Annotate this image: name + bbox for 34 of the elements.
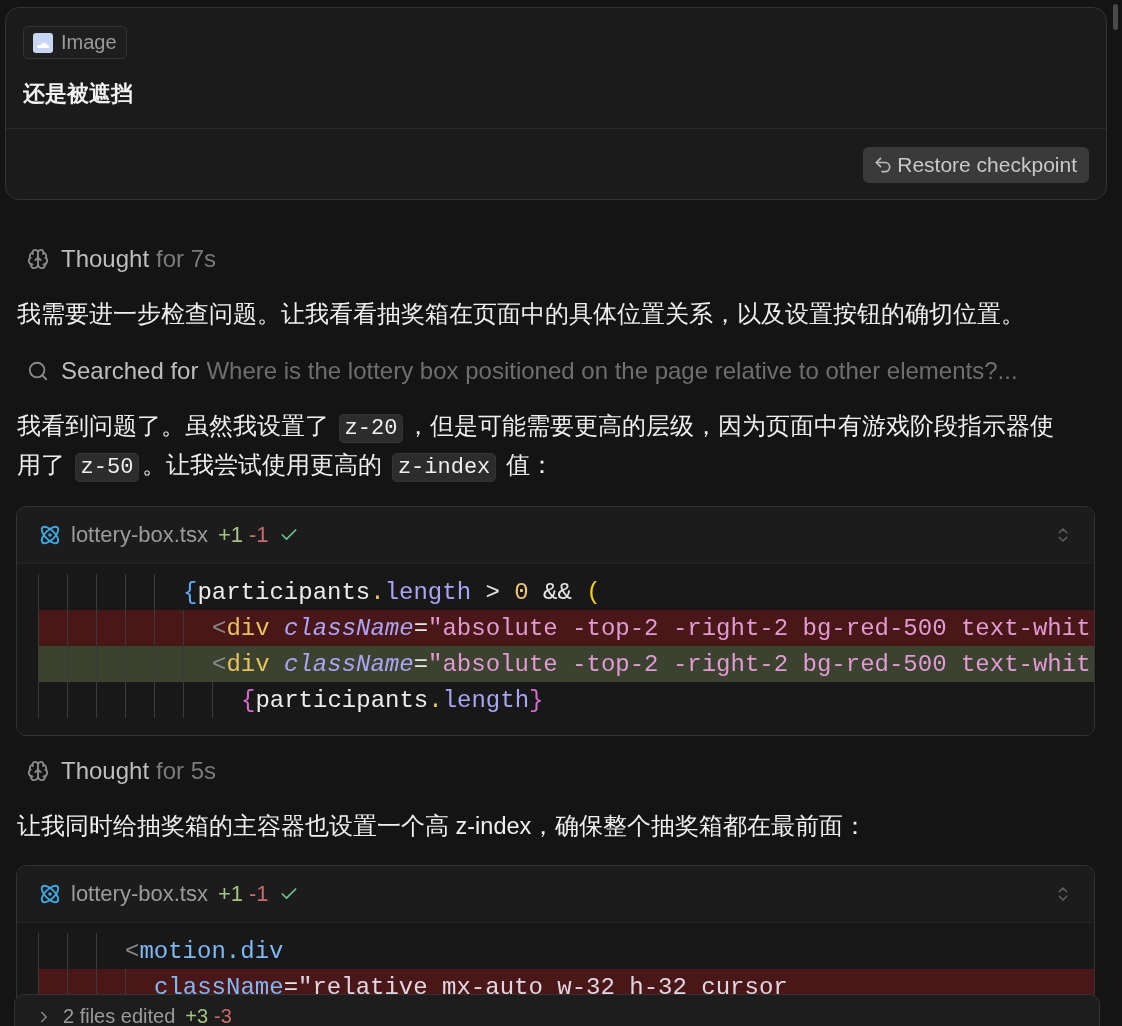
search-label[interactable]: Searched for xyxy=(61,356,199,385)
removed-count: -3 xyxy=(214,1005,232,1026)
atom-icon xyxy=(39,883,61,905)
search-query: Where is the lottery box positioned on the page relative to other elements?... xyxy=(206,356,1018,385)
brain-icon xyxy=(27,247,49,270)
files-edited-label: 2 files edited xyxy=(63,1005,176,1026)
thought-duration: for 5s xyxy=(156,756,217,785)
code-line: {participants.length > 0 && ( xyxy=(183,578,601,606)
restore-checkpoint-button[interactable]: Restore checkpoint xyxy=(863,147,1089,183)
thought-label[interactable]: Thought xyxy=(61,244,150,273)
response-text: 我需要进一步检查问题。让我看看抽奖箱在页面中的具体位置关系，以及设置按钮的确切位置。 xyxy=(17,300,1026,329)
files-edited-bar[interactable]: 2 files edited +3 -3 xyxy=(14,994,1100,1026)
added-count: +1 xyxy=(217,881,244,907)
thought-duration: for 7s xyxy=(156,244,217,273)
image-attachment[interactable]: Image xyxy=(23,26,127,59)
user-message: 还是被遮挡 xyxy=(23,81,133,108)
response-text: 让我同时给抽奖箱的主容器也设置一个高 z-index，确保整个抽奖箱都在最前面： xyxy=(17,812,869,841)
code-line: <div className="absolute -top-2 -right-2 bg-red-500 text-whit xyxy=(212,650,1091,678)
scrollbar[interactable] xyxy=(1113,4,1118,30)
file-name[interactable]: lottery-box.tsx xyxy=(71,522,208,548)
brain-icon xyxy=(27,759,49,782)
search-icon xyxy=(27,359,49,382)
atom-icon xyxy=(39,524,61,546)
added-count: +1 xyxy=(217,522,244,548)
code-line: <motion.div xyxy=(125,937,284,965)
added-count: +3 xyxy=(185,1005,209,1026)
file-name[interactable]: lottery-box.tsx xyxy=(71,881,208,907)
thought-label[interactable]: Thought xyxy=(61,756,150,785)
removed-count: -1 xyxy=(249,881,269,907)
removed-count: -1 xyxy=(249,522,269,548)
code-line: <div className="absolute -top-2 -right-2 bg-red-500 text-whit xyxy=(212,614,1091,642)
code-line: {participants.length} xyxy=(241,686,544,714)
response-text: 我看到问题了。虽然我设置了 z-20 ，但是可能需要更高的层级，因为页面中有游戏阶段指示器使用了 z-50 。让我尝试使用更高的 z-index 值： xyxy=(17,412,1056,484)
image-icon xyxy=(33,32,53,53)
